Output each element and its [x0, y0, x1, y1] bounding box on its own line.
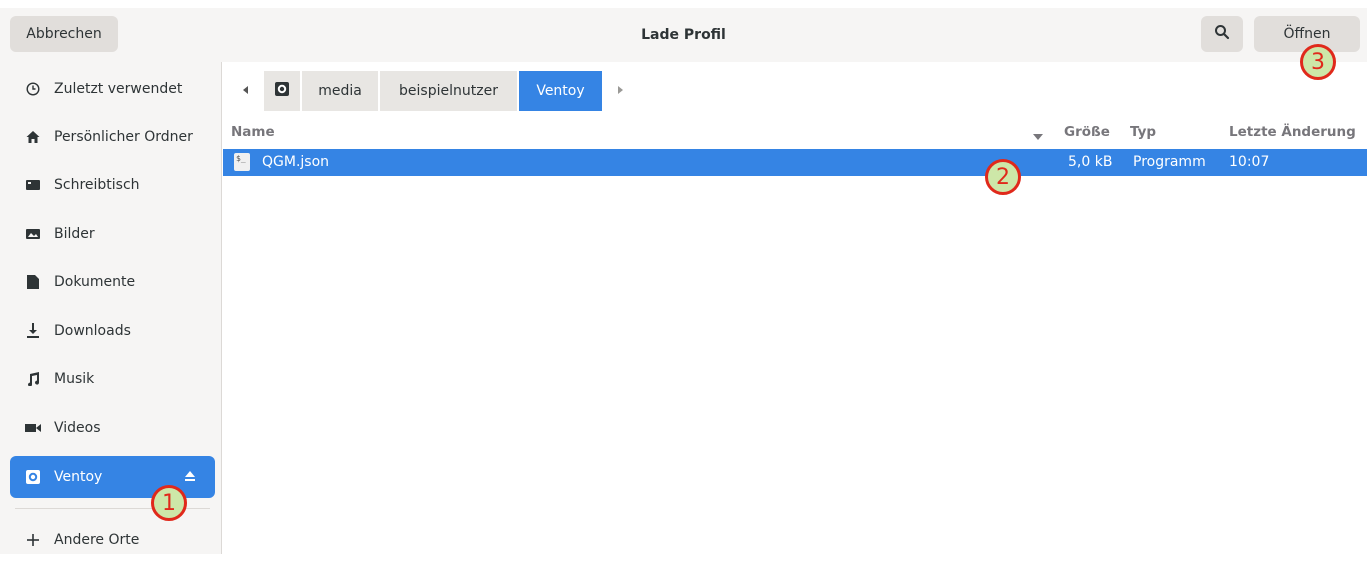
sidebar-item-ventoy[interactable]: Ventoy: [10, 456, 215, 498]
chevron-left-icon: [243, 85, 249, 97]
clock-icon: [25, 81, 41, 97]
download-icon: [25, 323, 41, 339]
chevron-right-icon: [617, 85, 623, 97]
sidebar-item-videos[interactable]: Videos: [10, 407, 215, 449]
step-marker-2: 2: [985, 159, 1021, 195]
path-root-drive[interactable]: [264, 71, 300, 111]
file-list-header: Name Größe Typ Letzte Änderung: [223, 118, 1367, 148]
column-header-name[interactable]: Name: [231, 124, 275, 140]
sidebar-item-label: Dokumente: [54, 274, 136, 290]
path-segment-media[interactable]: media: [302, 71, 378, 111]
sidebar-item-label: Zuletzt verwendet: [54, 81, 183, 97]
path-bar: media beispielnutzer Ventoy: [230, 70, 638, 112]
video-icon: [25, 420, 41, 436]
sort-descending-icon: [1033, 128, 1043, 144]
cancel-button[interactable]: Abbrechen: [10, 16, 118, 52]
sidebar-item-label: Bilder: [54, 226, 95, 242]
step-marker-3: 3: [1300, 44, 1336, 80]
desktop-icon: [25, 177, 41, 193]
file-type: Programm: [1133, 154, 1206, 170]
file-modified: 10:07: [1229, 154, 1270, 170]
sidebar-item-documents[interactable]: Dokumente: [10, 261, 215, 303]
column-header-size[interactable]: Größe: [1064, 124, 1110, 140]
file-name: QGM.json: [262, 154, 330, 170]
sidebar-item-label: Downloads: [54, 323, 131, 339]
sidebar-item-label: Schreibtisch: [54, 177, 140, 193]
places-sidebar: Zuletzt verwendet Persönlicher Ordner Sc…: [0, 62, 222, 554]
sidebar-item-desktop[interactable]: Schreibtisch: [10, 164, 215, 206]
step-marker-1: 1: [151, 485, 187, 521]
sidebar-item-label: Persönlicher Ordner: [54, 129, 193, 145]
header-bar: Abbrechen Öffnen: [0, 8, 1367, 62]
sidebar-item-pictures[interactable]: Bilder: [10, 213, 215, 255]
search-button[interactable]: [1201, 16, 1243, 52]
sidebar-item-other-locations[interactable]: Andere Orte: [10, 519, 215, 561]
column-header-modified[interactable]: Letzte Änderung: [1229, 124, 1356, 140]
plus-icon: [25, 532, 41, 548]
drive-icon: [275, 82, 289, 100]
file-row[interactable]: $_ QGM.json 5,0 kB Programm 10:07: [223, 149, 1367, 176]
file-size: 5,0 kB: [1068, 154, 1113, 170]
sidebar-item-recent[interactable]: Zuletzt verwendet: [10, 68, 215, 110]
music-icon: [25, 371, 41, 387]
sidebar-item-label: Musik: [54, 371, 95, 387]
sidebar-item-home[interactable]: Persönlicher Ordner: [10, 116, 215, 158]
sidebar-item-label: Ventoy: [54, 469, 103, 485]
document-icon: [25, 274, 41, 290]
drive-icon: [25, 469, 41, 485]
sidebar-item-label: Andere Orte: [54, 532, 140, 548]
path-scroll-right-button[interactable]: [604, 71, 636, 111]
home-icon: [25, 129, 41, 145]
script-file-icon: $_: [234, 153, 250, 171]
sidebar-item-music[interactable]: Musik: [10, 358, 215, 400]
sidebar-item-downloads[interactable]: Downloads: [10, 310, 215, 352]
search-icon: [1214, 24, 1230, 44]
window-top-edge: [0, 0, 1367, 8]
column-header-type[interactable]: Typ: [1130, 124, 1156, 140]
path-scroll-left-button[interactable]: [230, 71, 262, 111]
path-segment-ventoy[interactable]: Ventoy: [519, 71, 602, 111]
image-icon: [25, 226, 41, 242]
sidebar-item-label: Videos: [54, 420, 101, 436]
eject-icon[interactable]: [183, 469, 197, 487]
path-segment-user[interactable]: beispielnutzer: [380, 71, 517, 111]
